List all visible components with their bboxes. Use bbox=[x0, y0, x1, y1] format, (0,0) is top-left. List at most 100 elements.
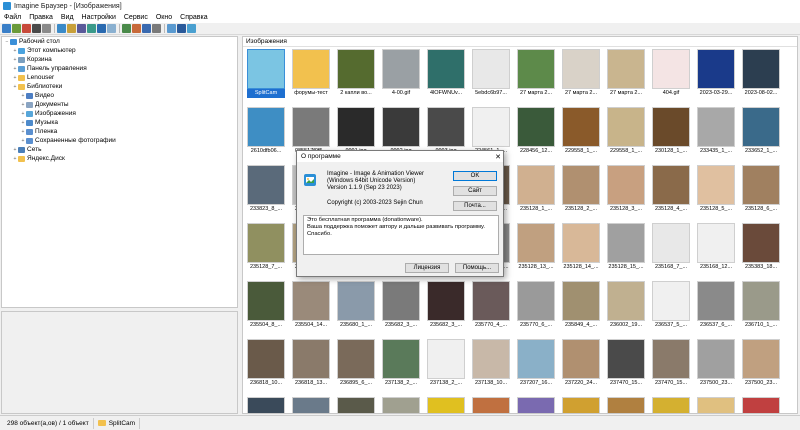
thumbnail[interactable]: форумы-тест bbox=[292, 49, 330, 99]
thumbnail[interactable]: 228456_12... bbox=[517, 107, 555, 157]
thumbnail[interactable]: 229558_1_... bbox=[562, 107, 600, 157]
thumbnail[interactable]: 237138_2_... bbox=[382, 339, 420, 389]
thumbnail[interactable]: 235128_13_... bbox=[517, 223, 555, 273]
help-button[interactable]: Помощь... bbox=[455, 263, 499, 273]
thumbnail[interactable]: 235682_3_... bbox=[382, 281, 420, 331]
thumbnail[interactable]: 235849_4_... bbox=[562, 281, 600, 331]
tree-item[interactable]: + Музыка bbox=[2, 118, 237, 127]
thumbnail[interactable]: 235128_3_... bbox=[607, 165, 645, 215]
thumbnail[interactable]: 235504_14... bbox=[292, 281, 330, 331]
thumbnail[interactable]: 2 капли во... bbox=[337, 49, 375, 99]
toolbar-button-icon[interactable] bbox=[177, 24, 186, 33]
thumbnail[interactable]: 2023-03-29... bbox=[697, 49, 735, 99]
tree-item[interactable]: + Lenouser bbox=[2, 73, 237, 82]
tree-item[interactable]: + Этот компьютер bbox=[2, 46, 237, 55]
thumbnail[interactable]: 235128_6_... bbox=[742, 165, 780, 215]
toolbar-button-icon[interactable] bbox=[107, 24, 116, 33]
thumbnail[interactable]: 236818_13... bbox=[292, 339, 330, 389]
ok-button[interactable]: OK bbox=[453, 171, 497, 181]
thumbnail[interactable]: 4-00.gif bbox=[382, 49, 420, 99]
thumbnail[interactable]: 233652_1_... bbox=[742, 107, 780, 157]
toolbar-button-icon[interactable] bbox=[97, 24, 106, 33]
thumbnail[interactable]: 237768_28... bbox=[382, 397, 420, 413]
thumbnail[interactable]: 237618_9_... bbox=[337, 397, 375, 413]
thumbnail[interactable]: 236710_1_... bbox=[742, 281, 780, 331]
thumbnail[interactable]: 235770_4_... bbox=[472, 281, 510, 331]
toolbar-button-icon[interactable] bbox=[187, 24, 196, 33]
toolbar-button-icon[interactable] bbox=[122, 24, 131, 33]
thumbnail[interactable]: 4lOFWNUv... bbox=[427, 49, 465, 99]
tree-item[interactable]: + Панель управления bbox=[2, 64, 237, 73]
thumbnail[interactable]: 238106_1_... bbox=[562, 397, 600, 413]
toolbar-button-icon[interactable] bbox=[42, 24, 51, 33]
thumbnail[interactable]: 235682_3_... bbox=[427, 281, 465, 331]
thumbnail[interactable]: SplitCam bbox=[247, 49, 285, 99]
license-button[interactable]: Лицензия bbox=[405, 263, 449, 273]
tree-item[interactable]: + Сохраненные фотографии bbox=[2, 136, 237, 145]
thumbnail[interactable]: 2610dfb06... bbox=[247, 107, 285, 157]
toolbar-button-icon[interactable] bbox=[57, 24, 66, 33]
thumbnail[interactable]: 235504_8_... bbox=[247, 281, 285, 331]
tree-item[interactable]: − Рабочий стол bbox=[2, 37, 237, 46]
thumbnail[interactable]: 236818_10... bbox=[247, 339, 285, 389]
thumbnail[interactable]: 27 марта 2... bbox=[562, 49, 600, 99]
thumbnail[interactable]: 238106_1_... bbox=[652, 397, 690, 413]
thumbnail[interactable]: 237584_8_... bbox=[292, 397, 330, 413]
thumbnail[interactable]: 235383_18... bbox=[742, 223, 780, 273]
thumbnail[interactable]: 238106_1_... bbox=[517, 397, 555, 413]
toolbar-button-icon[interactable] bbox=[32, 24, 41, 33]
thumbnail[interactable]: 237220_24... bbox=[562, 339, 600, 389]
toolbar-button-icon[interactable] bbox=[167, 24, 176, 33]
thumbnail[interactable]: 233435_1_... bbox=[697, 107, 735, 157]
thumbnail[interactable]: 235128_1_... bbox=[517, 165, 555, 215]
thumbnail[interactable]: 238106_1_... bbox=[742, 397, 780, 413]
menu-item[interactable]: Окно bbox=[152, 14, 176, 21]
tree-item[interactable]: + Видео bbox=[2, 91, 237, 100]
tree-item[interactable]: + Яндекс.Диск bbox=[2, 154, 237, 163]
thumbnail[interactable]: 235128_14_... bbox=[562, 223, 600, 273]
thumbnail[interactable]: 235128_5_... bbox=[697, 165, 735, 215]
thumbnail[interactable]: 404.gif bbox=[652, 49, 690, 99]
thumbnail[interactable]: 5ebdc6b97... bbox=[472, 49, 510, 99]
thumbnail[interactable]: 229558_1_... bbox=[607, 107, 645, 157]
thumbnail[interactable]: 230128_1_... bbox=[652, 107, 690, 157]
thumbnail[interactable]: 237470_15... bbox=[652, 339, 690, 389]
thumbnail[interactable]: 233823_8_... bbox=[247, 165, 285, 215]
thumbnail[interactable]: 2023-08-02... bbox=[742, 49, 780, 99]
tree-item[interactable]: + Библиотеки bbox=[2, 82, 237, 91]
thumbnail[interactable]: 237576_3_... bbox=[247, 397, 285, 413]
thumbnail[interactable]: 236002_19... bbox=[607, 281, 645, 331]
tree-item[interactable]: + Изображения bbox=[2, 109, 237, 118]
menu-item[interactable]: Справка bbox=[176, 14, 211, 21]
thumbnail[interactable]: 237138_2_... bbox=[427, 339, 465, 389]
thumbnail[interactable]: 235128_4_... bbox=[652, 165, 690, 215]
thumbnail[interactable]: 236537_5_... bbox=[652, 281, 690, 331]
thumbnail[interactable]: 27 марта 2... bbox=[517, 49, 555, 99]
thumbnail[interactable]: 237500_23... bbox=[742, 339, 780, 389]
thumbnail[interactable]: 238106_6_... bbox=[697, 397, 735, 413]
thumbnail[interactable]: 235128_2_... bbox=[562, 165, 600, 215]
thumbnail[interactable]: 235770_6_... bbox=[517, 281, 555, 331]
thumbnail[interactable]: 238106_1_... bbox=[472, 397, 510, 413]
email-button[interactable]: Почта... bbox=[453, 201, 497, 211]
thumbnail[interactable]: 235128_15_... bbox=[607, 223, 645, 273]
thumbnail[interactable]: 237969_17... bbox=[427, 397, 465, 413]
toolbar-button-icon[interactable] bbox=[2, 24, 11, 33]
menu-item[interactable]: Правка bbox=[25, 14, 57, 21]
toolbar-button-icon[interactable] bbox=[12, 24, 21, 33]
website-button[interactable]: Сайт bbox=[453, 186, 497, 196]
thumbnail[interactable]: 237470_15... bbox=[607, 339, 645, 389]
toolbar-button-icon[interactable] bbox=[152, 24, 161, 33]
toolbar-button-icon[interactable] bbox=[142, 24, 151, 33]
thumbnail[interactable]: 27 марта 2... bbox=[607, 49, 645, 99]
close-icon[interactable]: ✕ bbox=[493, 153, 503, 161]
tree-item[interactable]: + Сеть bbox=[2, 145, 237, 154]
thumbnail[interactable]: 235128_7_... bbox=[247, 223, 285, 273]
thumbnail[interactable]: 237500_23... bbox=[697, 339, 735, 389]
thumbnail[interactable]: 237138_10... bbox=[472, 339, 510, 389]
toolbar-button-icon[interactable] bbox=[87, 24, 96, 33]
toolbar-button-icon[interactable] bbox=[67, 24, 76, 33]
toolbar-button-icon[interactable] bbox=[132, 24, 141, 33]
thumbnail[interactable]: 235168_7_... bbox=[652, 223, 690, 273]
menu-item[interactable]: Сервис bbox=[120, 14, 152, 21]
